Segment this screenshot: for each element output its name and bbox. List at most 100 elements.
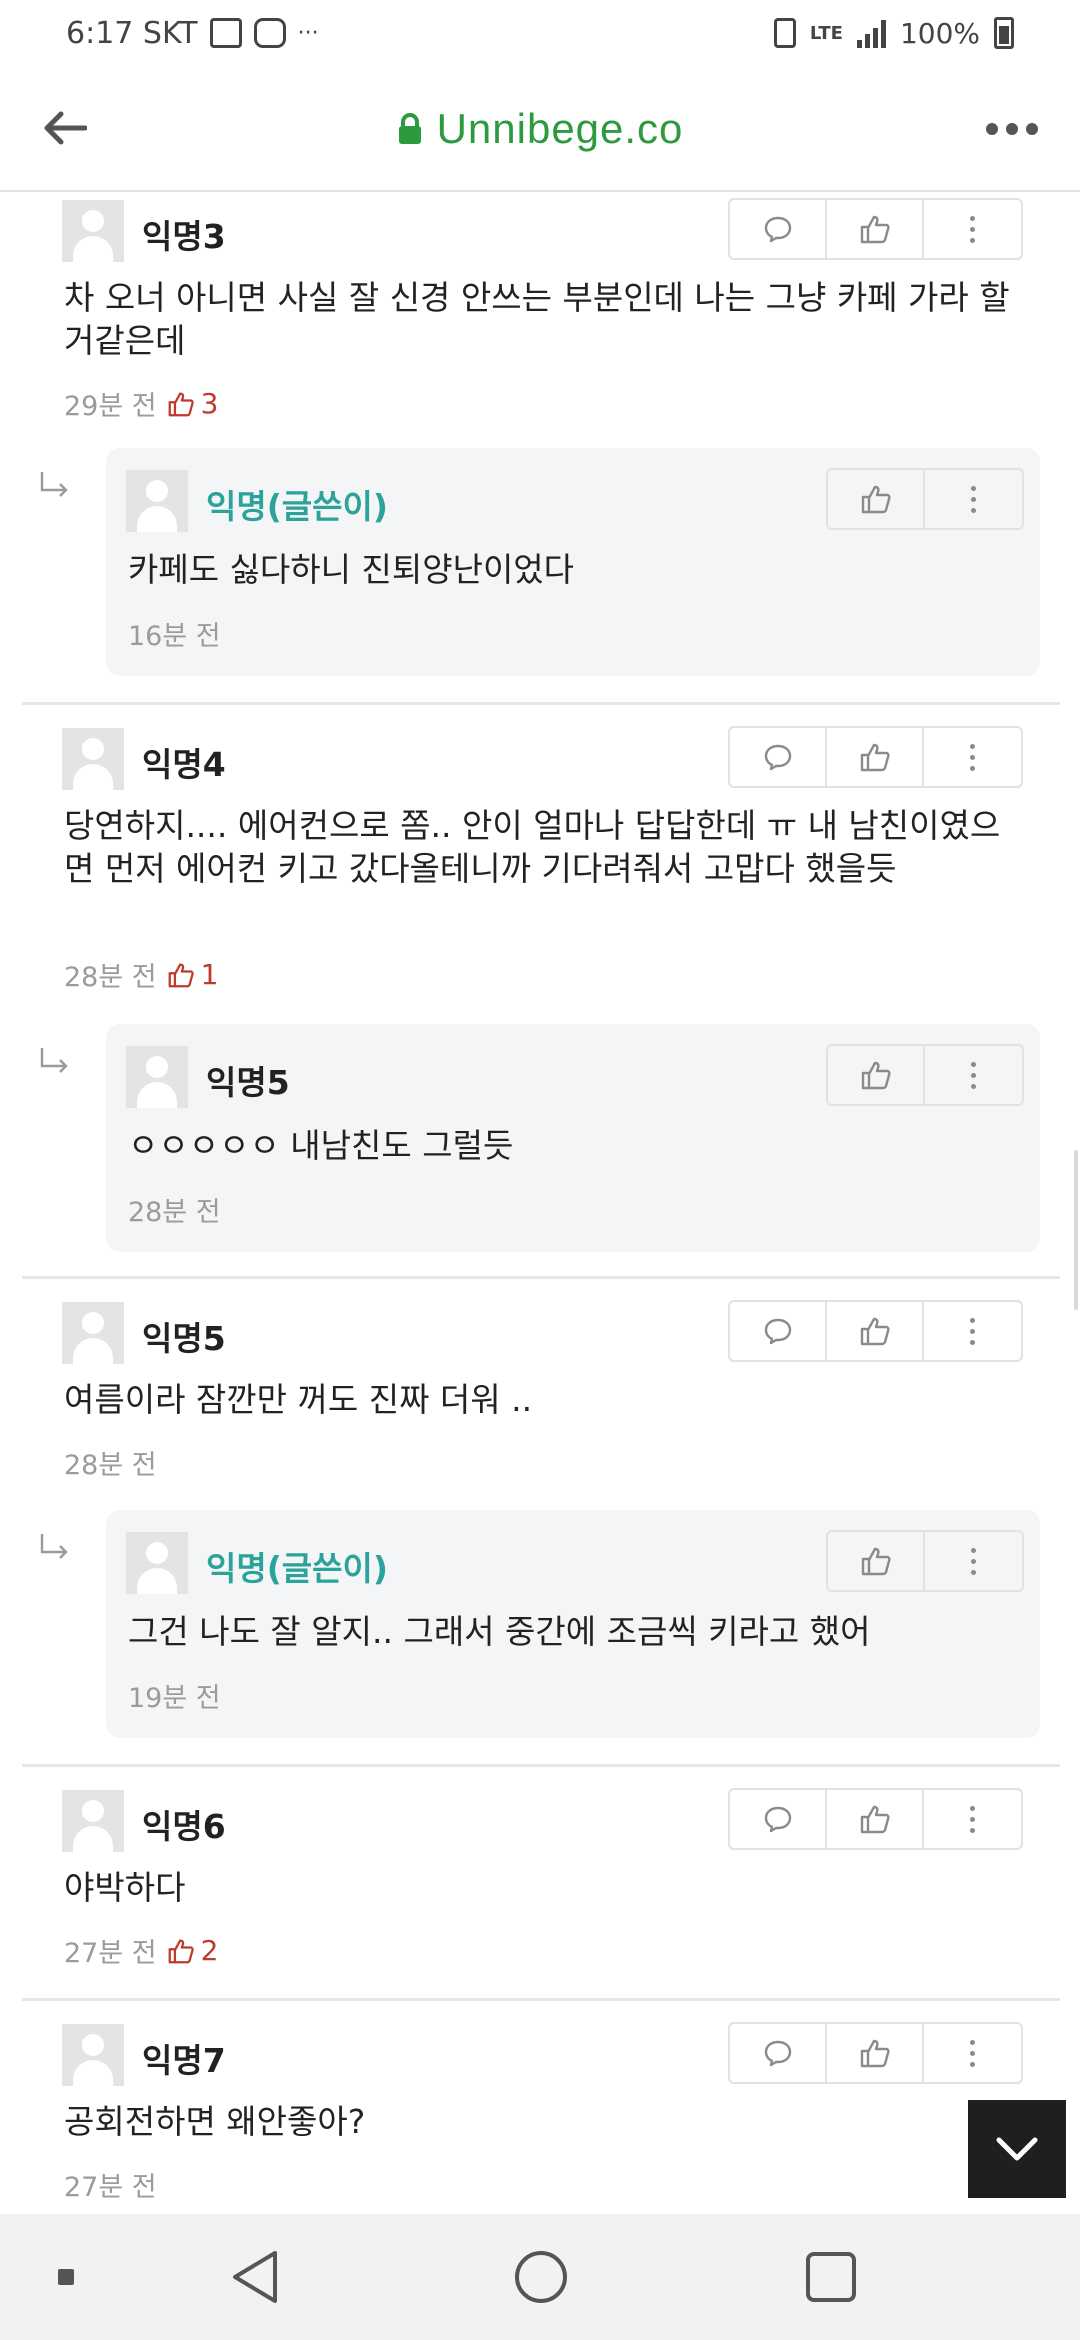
more-options-button[interactable] <box>924 2024 1021 2082</box>
comment-divider <box>22 1764 1060 1767</box>
scroll-down-button[interactable] <box>968 2100 1066 2198</box>
comment-time: 28분 전 <box>64 1450 157 1481</box>
more-vertical-icon <box>971 1061 976 1089</box>
thumbs-up-icon <box>860 215 890 244</box>
reply-comment-button[interactable] <box>730 200 827 258</box>
like-count-value: 3 <box>200 387 219 420</box>
reply-indicator-icon <box>38 1532 72 1562</box>
speech-bubble-icon <box>764 1806 791 1833</box>
page-scrollbar[interactable] <box>1074 1150 1078 1310</box>
like-button[interactable] <box>828 1532 925 1590</box>
more-vertical-icon <box>970 2039 975 2067</box>
like-button[interactable] <box>828 470 925 528</box>
more-vertical-icon <box>970 743 975 771</box>
comment-meta: 27분 전 <box>64 2165 157 2204</box>
comment-meta: 28분 전 1 <box>64 955 218 994</box>
comment-author: 익명3 <box>142 217 226 256</box>
like-button[interactable] <box>827 1302 924 1360</box>
avatar <box>62 2024 124 2086</box>
more-vertical-icon <box>971 485 976 513</box>
like-count: 1 <box>167 958 219 991</box>
system-nav-bar <box>0 2214 1080 2340</box>
more-dot <box>1026 123 1038 135</box>
avatar <box>126 470 188 532</box>
lte-indicator: LTE <box>809 22 843 44</box>
speech-bubble-icon <box>764 2040 791 2067</box>
comment-time: 29분 전 <box>64 391 157 422</box>
comment-actions <box>728 2022 1023 2084</box>
reply-indicator-icon <box>38 470 72 500</box>
thumbs-up-icon <box>860 1805 890 1834</box>
url-text: Unnibege.co <box>436 105 684 152</box>
comment-actions <box>728 198 1023 260</box>
comment-actions <box>728 1300 1023 1362</box>
comment-divider <box>22 702 1060 705</box>
signal-icon <box>856 18 886 48</box>
reply-author: 익명(글쓴이) <box>206 487 388 526</box>
avatar <box>126 1532 188 1594</box>
status-bar: 6:17 SKT ··· LTE 100% <box>0 0 1080 66</box>
comment-meta: 28분 전 <box>64 1443 157 1482</box>
reply-comment-button[interactable] <box>730 1790 827 1848</box>
more-vertical-icon <box>970 215 975 243</box>
instagram-icon <box>253 18 286 48</box>
reply-time: 19분 전 <box>128 1683 221 1714</box>
back-button[interactable] <box>36 100 92 156</box>
comment-author: 익명5 <box>142 1319 226 1358</box>
url-display: Unnibege.co <box>0 66 1080 192</box>
chevron-down-icon <box>996 2137 1038 2161</box>
comment-text: 여름이라 잠깐만 꺼도 진짜 더워 .. <box>64 1380 533 1419</box>
more-options-button[interactable] <box>924 1790 1021 1848</box>
comment-meta: 29분 전 3 <box>64 384 218 423</box>
comment-text: 당연하지.... 에어컨으로 쫌.. 안이 얼마나 답답한데 ㅠ 내 남친이였으… <box>64 806 1001 888</box>
like-button[interactable] <box>828 1046 925 1104</box>
nav-back-button[interactable] <box>220 2244 290 2310</box>
like-button[interactable] <box>827 200 924 258</box>
comment-author: 익명7 <box>142 2041 226 2080</box>
more-vertical-icon <box>971 1547 976 1575</box>
comment-author: 익명6 <box>142 1807 226 1846</box>
more-dot <box>1006 123 1018 135</box>
nav-menu-button[interactable] <box>46 2244 86 2310</box>
reply-comment-button[interactable] <box>730 1302 827 1360</box>
thumbs-up-icon <box>860 743 890 772</box>
gallery-icon <box>209 18 242 48</box>
speech-bubble-icon <box>764 216 791 243</box>
thumbs-up-icon <box>860 1317 890 1346</box>
more-options-button[interactable] <box>925 1046 1022 1104</box>
comment-actions <box>728 1788 1023 1850</box>
browser-menu-button[interactable] <box>980 106 1044 152</box>
reply-text: 그건 나도 잘 알지.. 그래서 중간에 조금씩 키라고 했어 <box>128 1612 871 1651</box>
more-options-button[interactable] <box>925 470 1022 528</box>
comment-time: 27분 전 <box>64 1938 157 1969</box>
like-button[interactable] <box>827 1790 924 1848</box>
reply-comment-button[interactable] <box>730 2024 827 2082</box>
nav-recents-button[interactable] <box>796 2244 866 2310</box>
comment-actions <box>728 726 1023 788</box>
more-options-button[interactable] <box>925 1532 1022 1590</box>
comment-divider <box>22 1276 1060 1279</box>
nav-home-button[interactable] <box>506 2244 576 2310</box>
more-options-button[interactable] <box>924 728 1021 786</box>
more-options-button[interactable] <box>924 200 1021 258</box>
reply-time: 28분 전 <box>128 1197 221 1228</box>
reply-text: 카페도 싫다하니 진퇴양난이었다 <box>128 550 575 589</box>
arrow-left-icon <box>44 111 87 145</box>
thumbs-up-icon <box>861 1061 891 1090</box>
comment-text: 공회전하면 왜안좋아? <box>64 2102 366 2141</box>
like-count-value: 2 <box>200 1934 219 1967</box>
avatar <box>62 200 124 262</box>
comment-actions <box>826 1530 1024 1592</box>
avatar <box>62 1790 124 1852</box>
like-button[interactable] <box>827 728 924 786</box>
thumbs-up-icon <box>861 1547 891 1576</box>
reply-comment-button[interactable] <box>730 728 827 786</box>
battery-icon <box>994 17 1014 49</box>
square-recents-icon <box>806 2252 856 2302</box>
more-options-button[interactable] <box>924 1302 1021 1360</box>
like-button[interactable] <box>827 2024 924 2082</box>
like-count-value: 1 <box>200 958 219 991</box>
comment-author: 익명4 <box>142 745 226 784</box>
comment-actions <box>826 468 1024 530</box>
more-vertical-icon <box>970 1317 975 1345</box>
